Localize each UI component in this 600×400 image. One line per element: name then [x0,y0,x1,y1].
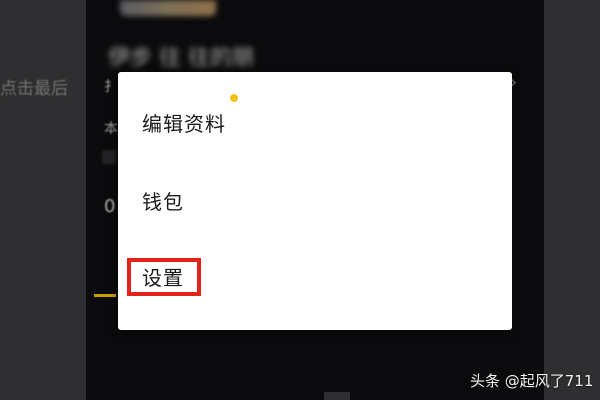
notification-dot-icon [230,94,238,102]
watermark: 头条 @起风了711 [470,372,594,390]
menu-item-wallet[interactable]: 钱包 [142,190,184,214]
menu-item-edit-profile[interactable]: 编辑资料 [142,112,226,136]
profile-menu-popup: 编辑资料 钱包 设置 [118,72,512,330]
menu-item-settings[interactable]: 设置 [142,266,184,290]
